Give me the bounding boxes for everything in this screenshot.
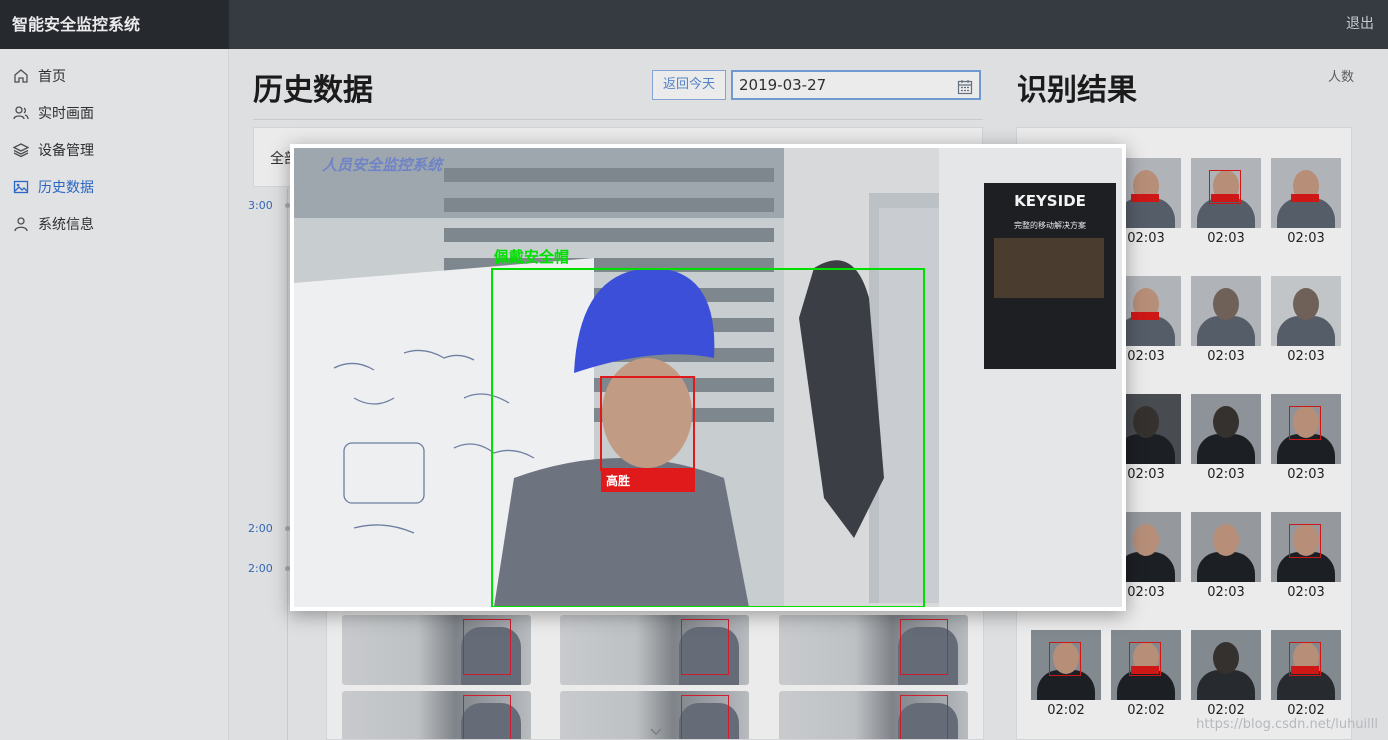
helmet-detection-label: 佩戴安全帽 (494, 248, 569, 266)
face-name-label: 高胜 (606, 473, 630, 488)
image-preview-modal: KEYSIDE 完整的移动解决方案 佩戴安全帽 高胜 人员安全监控系统 (290, 144, 1126, 611)
camera-frame: KEYSIDE 完整的移动解决方案 佩戴安全帽 高胜 人员安全监控系统 (294, 148, 1122, 607)
camera-frame-image: KEYSIDE 完整的移动解决方案 佩戴安全帽 高胜 人员安全监控系统 (294, 148, 1122, 607)
frame-caption: 人员安全监控系统 (322, 156, 445, 174)
watermark-url: https://blog.csdn.net/luhuilll (1196, 717, 1378, 732)
poster-title: KEYSIDE (1014, 192, 1086, 210)
poster-subtitle: 完整的移动解决方案 (1014, 220, 1086, 230)
